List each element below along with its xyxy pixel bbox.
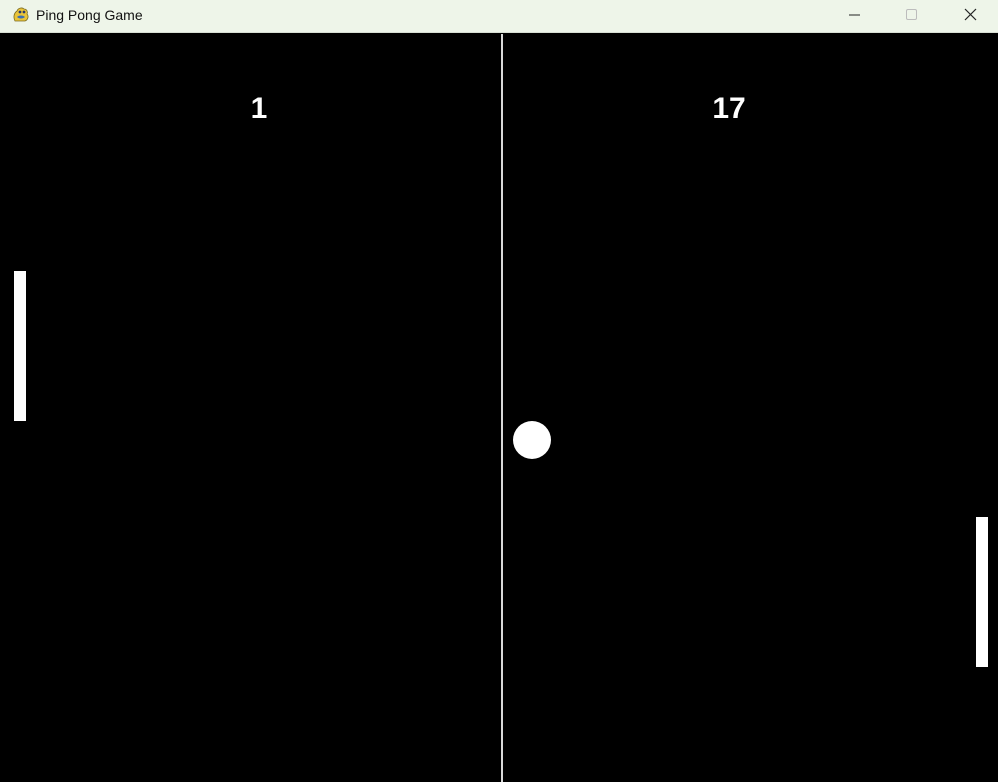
maximize-button[interactable] [883, 0, 941, 32]
pygame-snake-icon [11, 5, 31, 25]
right-paddle [976, 517, 988, 667]
ball [513, 421, 551, 459]
maximize-icon [906, 9, 917, 20]
left-paddle [14, 271, 26, 421]
center-net-line [501, 34, 503, 782]
game-window: Ping Pong Game 1 17 [0, 0, 998, 782]
close-icon [964, 8, 977, 21]
minimize-icon [849, 14, 860, 16]
left-player-score: 1 [250, 92, 268, 125]
window-title: Ping Pong Game [36, 7, 143, 23]
close-button[interactable] [940, 0, 998, 32]
right-player-score: 17 [712, 92, 746, 125]
minimize-button[interactable] [826, 0, 884, 32]
title-bar[interactable]: Ping Pong Game [0, 0, 998, 33]
game-canvas[interactable]: 1 17 [2, 34, 998, 782]
